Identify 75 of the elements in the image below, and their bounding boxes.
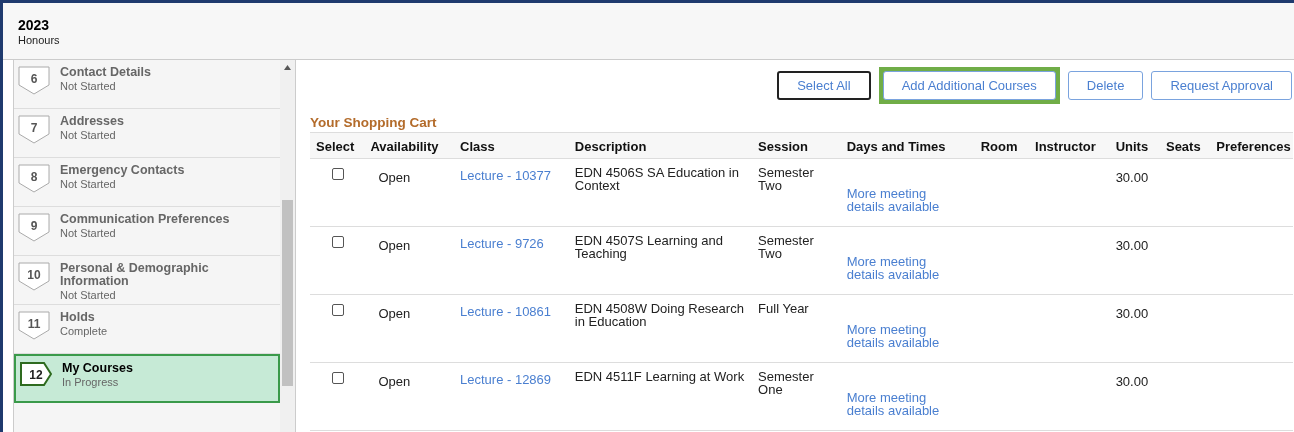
step-status: In Progress bbox=[62, 375, 120, 389]
column-header: Select bbox=[316, 138, 355, 154]
meeting-details-link[interactable]: More meeting details available bbox=[846, 391, 962, 417]
availability-text: Open bbox=[378, 170, 411, 185]
session-text: Full Year bbox=[758, 302, 810, 315]
step-number-badge: 9 bbox=[18, 213, 50, 243]
step-item[interactable]: 9 Communication Preferences Not Started bbox=[14, 207, 280, 256]
step-status: Not Started bbox=[60, 177, 117, 191]
step-number-badge: 8 bbox=[18, 164, 50, 194]
step-number-badge: 11 bbox=[18, 311, 50, 341]
units-text: 30.00 bbox=[1115, 374, 1149, 389]
step-title: Contact Details bbox=[60, 66, 151, 79]
session-text: Semester Two bbox=[758, 166, 815, 192]
step-number-badge: 10 bbox=[18, 262, 50, 292]
course-description: EDN 4511F Learning at Work bbox=[574, 369, 745, 384]
step-title: Holds bbox=[60, 311, 96, 324]
meeting-details-link[interactable]: More meeting details available bbox=[846, 255, 962, 281]
scroll-up-icon[interactable] bbox=[284, 65, 291, 70]
column-header: Room bbox=[980, 138, 1018, 154]
availability-text: Open bbox=[378, 238, 411, 253]
course-description: EDN 4507S Learning and Teaching bbox=[574, 233, 723, 261]
session-text: Semester One bbox=[758, 370, 815, 396]
availability-text: Open bbox=[378, 374, 411, 389]
column-header: Seats bbox=[1165, 138, 1201, 154]
select-checkbox[interactable] bbox=[332, 372, 344, 384]
scrollbar[interactable] bbox=[280, 60, 295, 432]
step-item[interactable]: 10 Personal & Demographic Information Not Started bbox=[14, 256, 280, 305]
column-header: Instructor bbox=[1035, 138, 1096, 154]
step-status: Not Started bbox=[60, 288, 117, 302]
step-title: Addresses bbox=[60, 115, 124, 128]
meeting-details-link[interactable]: More meeting details available bbox=[846, 187, 962, 213]
action-button[interactable]: Request Approval bbox=[1151, 71, 1292, 100]
select-checkbox[interactable] bbox=[332, 304, 344, 316]
cart-title: Your Shopping Cart bbox=[310, 115, 438, 131]
units-text: 30.00 bbox=[1115, 238, 1149, 253]
step-item[interactable]: 8 Emergency Contacts Not Started bbox=[14, 158, 280, 207]
step-number-badge: 6 bbox=[18, 66, 50, 96]
step-status: Not Started bbox=[60, 79, 117, 93]
select-checkbox[interactable] bbox=[332, 168, 344, 180]
meeting-details-link[interactable]: More meeting details available bbox=[846, 323, 962, 349]
program-subtitle: Honours bbox=[18, 33, 61, 47]
step-title: Communication Preferences bbox=[60, 213, 230, 226]
step-title: Emergency Contacts bbox=[60, 164, 185, 177]
class-link[interactable]: Lecture - 12869 bbox=[460, 372, 552, 387]
action-button[interactable]: Select All bbox=[777, 71, 871, 100]
class-link[interactable]: Lecture - 10861 bbox=[460, 304, 552, 319]
column-header: Description bbox=[574, 138, 647, 154]
course-description: EDN 4508W Doing Research in Education bbox=[574, 301, 744, 329]
step-item[interactable]: 12 My Courses In Progress bbox=[14, 354, 280, 403]
course-description: EDN 4506S SA Education in Context bbox=[574, 165, 739, 193]
action-button[interactable]: Add Additional Courses bbox=[882, 71, 1056, 100]
class-link[interactable]: Lecture - 10377 bbox=[460, 168, 552, 183]
step-title: Personal & Demographic Information bbox=[60, 262, 210, 288]
step-item[interactable]: 6 Contact Details Not Started bbox=[14, 60, 280, 109]
column-header: Preferences bbox=[1216, 138, 1291, 154]
step-status: Not Started bbox=[60, 226, 117, 240]
action-button[interactable]: Delete bbox=[1067, 71, 1144, 100]
year-title: 2023 bbox=[18, 17, 51, 33]
select-checkbox[interactable] bbox=[332, 236, 344, 248]
column-header: Availability bbox=[370, 138, 439, 154]
scrollbar-thumb[interactable] bbox=[282, 200, 293, 386]
step-title: My Courses bbox=[62, 362, 133, 375]
step-status: Not Started bbox=[60, 128, 117, 142]
units-text: 30.00 bbox=[1115, 306, 1149, 321]
session-text: Semester Two bbox=[758, 234, 815, 260]
step-status: Complete bbox=[60, 324, 108, 338]
class-link[interactable]: Lecture - 9726 bbox=[460, 236, 544, 251]
units-text: 30.00 bbox=[1115, 170, 1149, 185]
column-header: Days and Times bbox=[846, 138, 946, 154]
column-header: Class bbox=[460, 138, 495, 154]
step-item[interactable]: 7 Addresses Not Started bbox=[14, 109, 280, 158]
column-header: Units bbox=[1115, 138, 1149, 154]
column-header: Session bbox=[758, 138, 808, 154]
step-number-badge: 7 bbox=[18, 115, 50, 145]
availability-text: Open bbox=[378, 306, 411, 321]
